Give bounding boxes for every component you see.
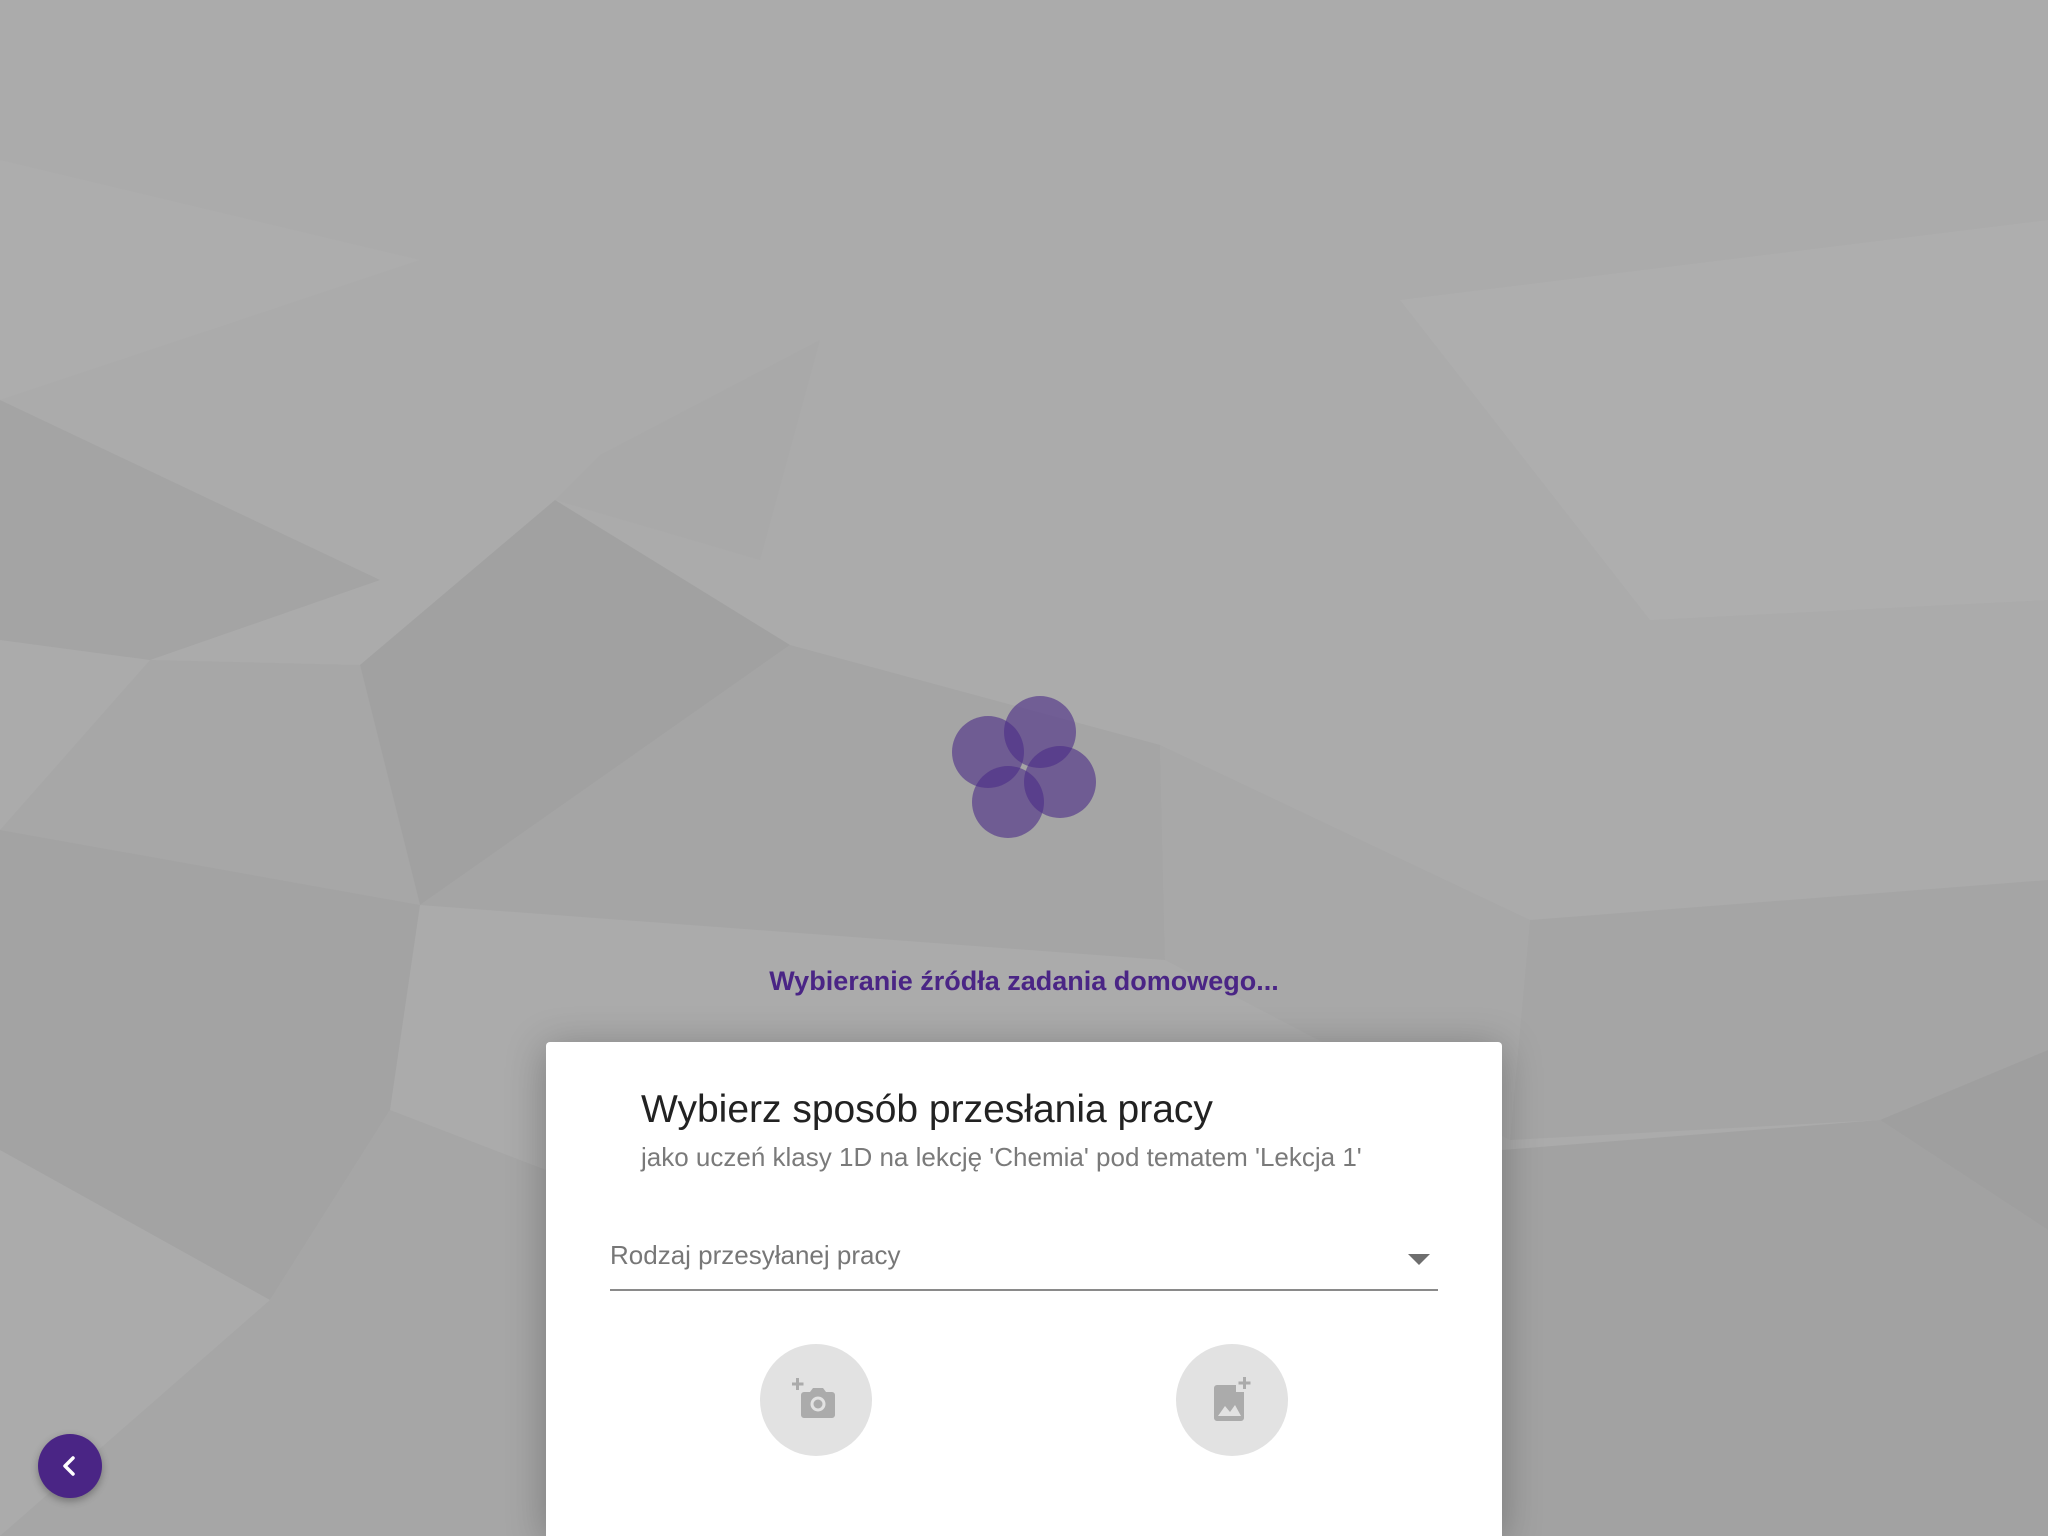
work-type-select[interactable]: Rodzaj przesyłanej pracy [610, 1234, 1438, 1291]
dialog-title: Wybierz sposób przesłania pracy [641, 1088, 1213, 1131]
upload-method-dialog: Wybierz sposób przesłania pracy jako ucz… [546, 1042, 1502, 1536]
add-photo-camera-button[interactable] [760, 1344, 872, 1456]
dialog-subtitle: jako uczeń klasy 1D na lekcję 'Chemia' p… [641, 1142, 1362, 1172]
add-image-icon [1214, 1377, 1251, 1421]
loader-petal [952, 716, 1024, 788]
work-type-select-placeholder: Rodzaj przesyłanej pracy [610, 1240, 901, 1270]
loading-status-text: Wybieranie źródła zadania domowego... [769, 966, 1279, 996]
chevron-left-icon [63, 1456, 75, 1476]
add-image-gallery-button[interactable] [1176, 1344, 1288, 1456]
add-camera-icon [792, 1378, 835, 1418]
loading-flower-icon [948, 694, 1100, 846]
chevron-down-icon [1408, 1254, 1430, 1265]
screen: Wybieranie źródła zadania domowego... Wy… [0, 0, 2048, 1536]
back-button[interactable] [38, 1434, 102, 1498]
